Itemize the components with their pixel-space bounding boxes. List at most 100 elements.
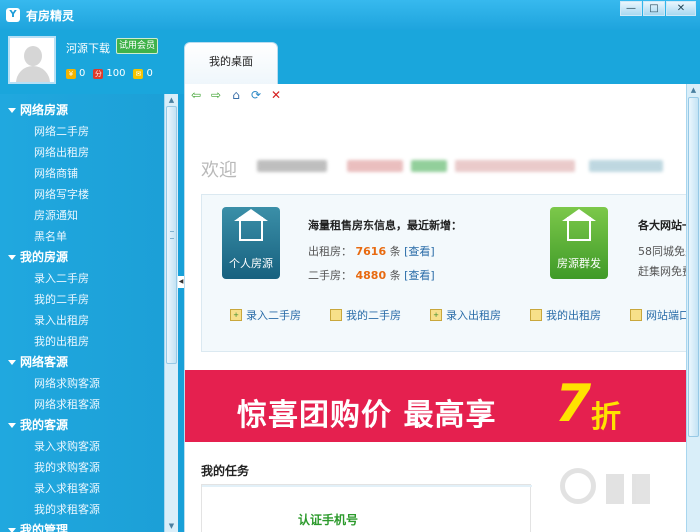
watermark-logo <box>560 468 680 528</box>
score-stat[interactable]: 分 100 <box>93 68 125 79</box>
home-icon[interactable]: ⌂ <box>229 88 243 102</box>
user-stats: ¥ 0 分 100 ✉ 0 <box>66 68 153 79</box>
back-icon[interactable]: ⇦ <box>189 88 203 102</box>
quick-links: + 录入二手房 我的二手房 + 录入出租房 我的出租房 网站端口 <box>230 307 686 323</box>
quick-link-my-rental[interactable]: 我的出租房 <box>530 307 630 323</box>
listing-broadcast-label: 房源群发 <box>557 257 601 270</box>
watermark-bar-icon <box>632 474 650 504</box>
personal-listings-tile[interactable]: 个人房源 <box>222 207 280 279</box>
stop-icon[interactable]: ✕ <box>269 88 283 102</box>
forward-icon[interactable]: ⇨ <box>209 88 223 102</box>
view-resale-link[interactable]: [查看] <box>404 269 435 282</box>
avatar-body-icon <box>16 66 50 82</box>
resale-count: 4880 <box>355 269 387 282</box>
sidebar-scroll-thumb[interactable] <box>166 106 177 364</box>
avatar[interactable] <box>8 36 56 84</box>
minimize-button[interactable]: — <box>620 1 642 16</box>
document-edit-icon <box>630 309 642 321</box>
websites-line-58: 58同城免费 <box>638 245 686 258</box>
blurred-text <box>347 160 403 172</box>
sidebar-group-network-listings[interactable]: 网络房源 <box>0 100 162 121</box>
websites-title: 各大网站一 <box>638 219 686 232</box>
refresh-icon[interactable]: ⟳ <box>249 88 263 102</box>
avatar-head-icon <box>24 46 42 66</box>
rental-count: 7616 <box>355 245 387 258</box>
messages-value: 0 <box>146 68 153 79</box>
blurred-text <box>589 160 663 172</box>
view-rental-link[interactable]: [查看] <box>404 245 435 258</box>
desktop-content: ⇦ ⇨ ⌂ ⟳ ✕ 欢迎 个人房源 海量租售房东信息，最近新增： 出租房： 76… <box>184 84 686 532</box>
mail-icon: ✉ <box>133 68 144 79</box>
trial-member-button[interactable]: 试用会员 <box>116 38 158 54</box>
listing-broadcast-tile[interactable]: 房源群发 <box>550 207 608 279</box>
sidebar-item-listing-alerts[interactable]: 房源通知 <box>0 205 162 226</box>
expand-triangle-icon <box>8 528 16 532</box>
content-scroll-thumb[interactable] <box>688 97 699 437</box>
title-bar: Y 有房精灵 — □ ✕ <box>0 0 700 30</box>
sidebar-item-my-buyers[interactable]: 我的求购客源 <box>0 457 162 478</box>
sidebar-item-add-buyer[interactable]: 录入求购客源 <box>0 436 162 457</box>
quick-link-site-ports[interactable]: 网站端口 <box>630 307 686 323</box>
coins-value: 0 <box>79 68 86 79</box>
scroll-up-icon[interactable]: ▲ <box>687 84 700 96</box>
expand-triangle-icon <box>8 108 16 113</box>
coin-icon: ¥ <box>66 68 76 79</box>
quick-link-add-rental[interactable]: + 录入出租房 <box>430 307 530 323</box>
sidebar-group-my-clients[interactable]: 我的客源 <box>0 415 162 436</box>
sidebar-item-network-rental[interactable]: 网络出租房 <box>0 142 162 163</box>
sidebar-item-network-resale[interactable]: 网络二手房 <box>0 121 162 142</box>
sidebar-item-blacklist[interactable]: 黑名单 <box>0 226 162 247</box>
sidebar-group-my-listings[interactable]: 我的房源 <box>0 247 162 268</box>
expand-triangle-icon <box>8 360 16 365</box>
sidebar-scrollbar[interactable]: ▲ ▼ <box>164 94 178 532</box>
websites-line-ganji: 赶集网免费 <box>638 265 686 278</box>
sidebar-item-my-renters[interactable]: 我的求租客源 <box>0 499 162 520</box>
welcome-text: 欢迎 <box>201 160 237 181</box>
quick-link-add-resale[interactable]: + 录入二手房 <box>230 307 330 323</box>
sidebar-item-my-resale[interactable]: 我的二手房 <box>0 289 162 310</box>
coins-stat[interactable]: ¥ 0 <box>66 68 85 79</box>
quick-link-my-resale[interactable]: 我的二手房 <box>330 307 430 323</box>
house-icon <box>239 217 263 241</box>
new-listings-title: 海量租售房东信息，最近新增： <box>308 219 462 232</box>
folder-icon <box>330 309 342 321</box>
window-controls: — □ ✕ <box>620 1 696 16</box>
sidebar-item-network-shops[interactable]: 网络商铺 <box>0 163 162 184</box>
rental-count-row: 出租房： 7616 条 [查看] <box>308 245 435 258</box>
tab-my-desktop[interactable]: 我的桌面 <box>184 42 278 86</box>
folder-icon <box>530 309 542 321</box>
sidebar-group-my-management[interactable]: 我的管理 <box>0 520 162 532</box>
scroll-down-icon[interactable]: ▼ <box>165 520 178 532</box>
content-scrollbar[interactable]: ▲ <box>686 84 700 532</box>
messages-stat[interactable]: ✉ 0 <box>133 68 153 79</box>
sidebar-group-network-clients[interactable]: 网络客源 <box>0 352 162 373</box>
sidebar-item-network-buyers[interactable]: 网络求购客源 <box>0 373 162 394</box>
promo-discount-unit: 折 <box>591 400 621 435</box>
tasks-divider <box>202 485 532 487</box>
promo-discount-number: 7 <box>555 374 592 434</box>
expand-triangle-icon <box>8 423 16 428</box>
maximize-button[interactable]: □ <box>643 1 665 16</box>
sidebar-item-my-rental[interactable]: 我的出租房 <box>0 331 162 352</box>
sidebar-item-network-offices[interactable]: 网络写字楼 <box>0 184 162 205</box>
resale-count-row: 二手房： 4880 条 [查看] <box>308 269 435 282</box>
scroll-up-icon[interactable]: ▲ <box>165 94 178 106</box>
task-verify-phone[interactable]: 认证手机号 <box>298 511 358 528</box>
house-icon <box>567 217 591 241</box>
sidebar-nav: 网络房源 网络二手房 网络出租房 网络商铺 网络写字楼 房源通知 黑名单 我的房… <box>0 100 162 532</box>
promo-banner[interactable]: 惊喜团购价 最高享 7 折 <box>185 370 686 442</box>
sidebar: 网络房源 网络二手房 网络出租房 网络商铺 网络写字楼 房源通知 黑名单 我的房… <box>0 94 178 532</box>
sidebar-item-add-resale[interactable]: 录入二手房 <box>0 268 162 289</box>
personal-listings-label: 个人房源 <box>229 257 273 270</box>
close-button[interactable]: ✕ <box>666 1 696 16</box>
my-tasks-title: 我的任务 <box>201 464 250 478</box>
expand-triangle-icon <box>8 255 16 260</box>
score-value: 100 <box>106 68 126 79</box>
my-tasks-box: 认证手机号 <box>201 484 532 532</box>
add-document-icon: + <box>230 309 242 321</box>
sidebar-item-add-rental[interactable]: 录入出租房 <box>0 310 162 331</box>
sidebar-item-add-renter[interactable]: 录入求租客源 <box>0 478 162 499</box>
blurred-text <box>411 160 447 172</box>
sidebar-item-network-renters[interactable]: 网络求租客源 <box>0 394 162 415</box>
add-document-icon: + <box>430 309 442 321</box>
